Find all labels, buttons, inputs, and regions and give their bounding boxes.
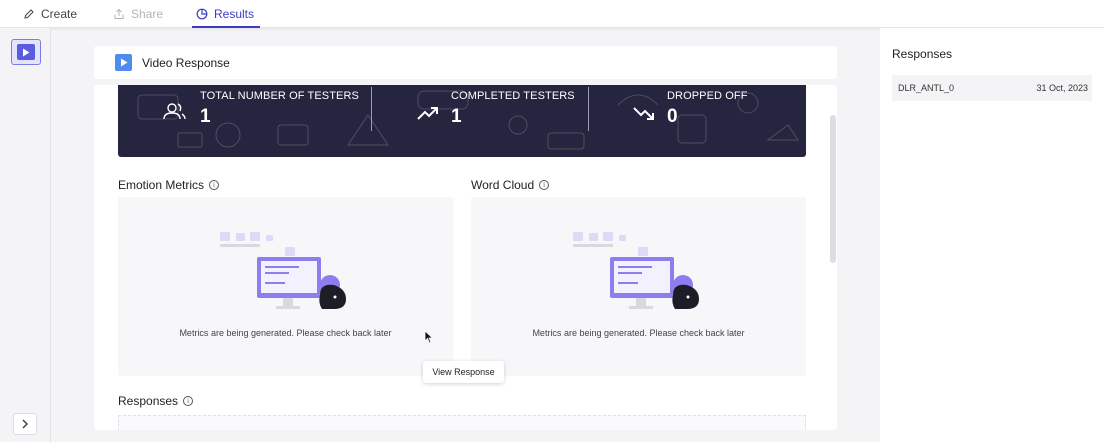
word-cloud-heading: Word Cloud i <box>471 178 550 192</box>
metrics-generating-illustration <box>573 232 699 309</box>
stat-completed-testers: COMPLETED TESTERS 1 <box>416 89 576 135</box>
responses-sidebar: Responses DLR_ANTL_0 31 Oct, 2023 <box>880 28 1104 442</box>
response-id: DLR_ANTL_0 <box>898 83 955 93</box>
pencil-icon <box>24 9 34 19</box>
info-icon[interactable]: i <box>209 180 220 190</box>
question-header: Video Response <box>94 46 837 79</box>
question-type-title: Video Response <box>142 55 230 70</box>
responses-heading: Responses i <box>118 394 194 408</box>
stat-completed-testers-value: 1 <box>451 106 462 127</box>
tab-results[interactable]: Results <box>191 0 261 28</box>
word-cloud-panel: Metrics are being generated. Please chec… <box>471 197 806 376</box>
emotion-metrics-status-message: Metrics are being generated. Please chec… <box>179 328 392 338</box>
view-response-tooltip: View Response <box>423 361 504 383</box>
response-date: 31 Oct, 2023 <box>1036 83 1088 93</box>
top-tab-bar: Create Share Results <box>0 0 1104 28</box>
users-icon <box>163 103 186 120</box>
stat-dropped-off-value: 0 <box>667 106 678 127</box>
stat-total-testers: TOTAL NUMBER OF TESTERS 1 <box>162 89 382 135</box>
responses-title: Responses <box>118 394 179 408</box>
word-cloud-title: Word Cloud <box>471 178 535 192</box>
content-scrollbar[interactable] <box>830 115 836 263</box>
stat-total-testers-label: TOTAL NUMBER OF TESTERS <box>200 90 359 102</box>
video-question-button[interactable] <box>11 39 41 65</box>
emotion-metrics-heading: Emotion Metrics i <box>118 178 220 192</box>
trending-down-icon <box>633 107 654 120</box>
emotion-metrics-panel: Metrics are being generated. Please chec… <box>118 197 453 376</box>
video-play-icon <box>115 54 132 71</box>
stat-completed-testers-label: COMPLETED TESTERS <box>451 90 575 102</box>
response-list-item[interactable]: DLR_ANTL_0 31 Oct, 2023 <box>892 75 1092 101</box>
left-rail <box>0 28 51 442</box>
stat-divider <box>588 87 589 131</box>
video-play-icon <box>17 44 35 60</box>
mouse-cursor-icon <box>424 330 434 344</box>
stat-dropped-off: DROPPED OFF 0 <box>632 89 792 135</box>
expand-sidebar-button[interactable] <box>13 413 37 435</box>
tab-create[interactable]: Create <box>23 0 77 28</box>
stat-total-testers-value: 1 <box>200 106 211 127</box>
stat-divider <box>371 87 372 131</box>
word-cloud-status-message: Metrics are being generated. Please chec… <box>532 328 745 338</box>
info-icon[interactable]: i <box>183 396 194 406</box>
tab-results-label: Results <box>214 7 255 21</box>
stat-dropped-off-label: DROPPED OFF <box>667 90 748 102</box>
trending-up-icon <box>417 107 438 120</box>
share-icon <box>114 8 124 19</box>
stats-banner: TOTAL NUMBER OF TESTERS 1 COMPLETED TEST… <box>118 85 806 157</box>
tab-create-label: Create <box>41 7 78 21</box>
tab-share[interactable]: Share <box>113 0 163 28</box>
tooltip-text: View Response <box>432 367 495 377</box>
emotion-metrics-title: Emotion Metrics <box>118 178 205 192</box>
chevron-right-icon <box>22 419 28 429</box>
pie-chart-icon <box>196 8 208 20</box>
tab-share-label: Share <box>131 7 164 21</box>
metrics-generating-illustration <box>220 232 346 309</box>
responses-sidebar-title: Responses <box>892 47 953 61</box>
responses-placeholder <box>118 415 806 430</box>
info-icon[interactable]: i <box>539 180 550 190</box>
